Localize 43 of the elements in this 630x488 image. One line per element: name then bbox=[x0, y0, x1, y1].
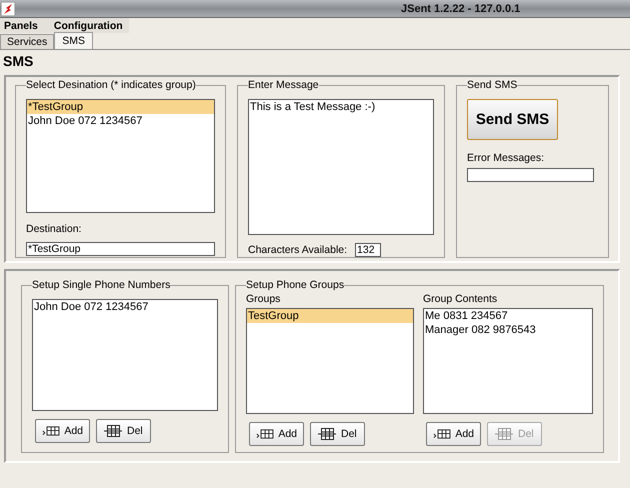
send-button[interactable]: Send SMS bbox=[467, 99, 558, 140]
menu-item[interactable]: Configuration bbox=[54, 20, 123, 32]
tab[interactable]: Services bbox=[0, 34, 54, 49]
list-label: Group Contents bbox=[423, 293, 498, 305]
menu-item[interactable]: Panels bbox=[4, 20, 38, 32]
list-box[interactable]: Me 0831 234567 Manager 082 9876543 bbox=[423, 308, 593, 414]
list-item[interactable]: John Doe 072 1234567 bbox=[27, 114, 214, 128]
window-title: JSent 1.2.22 - 127.0.0.1 bbox=[401, 2, 520, 14]
add-button[interactable]: Add bbox=[35, 419, 90, 443]
group-title: Select Desination (* indicates group) bbox=[26, 79, 196, 91]
group-title: Setup Phone Groups bbox=[246, 279, 344, 291]
table-delete-icon bbox=[103, 424, 123, 438]
list-item[interactable]: TestGroup bbox=[247, 309, 413, 323]
table-add-icon bbox=[433, 428, 452, 440]
list-item[interactable]: John Doe 072 1234567 bbox=[33, 300, 217, 314]
tab[interactable]: SMS bbox=[54, 32, 94, 49]
table-add-icon bbox=[42, 425, 60, 437]
delete-button[interactable]: Del bbox=[310, 422, 365, 446]
group-title: Send SMS bbox=[467, 79, 518, 91]
count-field[interactable]: 132 bbox=[355, 243, 382, 257]
table-add-icon bbox=[256, 428, 274, 440]
message-field[interactable]: This is a Test Message :-) bbox=[248, 99, 434, 235]
list-box[interactable]: John Doe 072 1234567 bbox=[32, 299, 218, 411]
list-item[interactable]: Me 0831 234567 bbox=[424, 309, 592, 323]
field-label: Error Messages: bbox=[467, 152, 546, 164]
delete-button[interactable]: Del bbox=[96, 419, 151, 443]
table-delete-icon bbox=[317, 427, 337, 441]
field-label: Destination: bbox=[26, 223, 82, 235]
destination-field[interactable]: *TestGroup bbox=[26, 242, 215, 256]
add-button[interactable]: Add bbox=[249, 422, 304, 446]
page-heading: SMS bbox=[2, 52, 34, 71]
list-label: Groups bbox=[246, 293, 282, 305]
group-title: Enter Message bbox=[248, 79, 319, 91]
group-title: Setup Single Phone Numbers bbox=[32, 279, 170, 291]
list-box[interactable]: *TestGroup John Doe 072 1234567 bbox=[26, 99, 215, 213]
add-button[interactable]: Add bbox=[426, 422, 481, 446]
list-item[interactable]: *TestGroup bbox=[27, 100, 214, 114]
error-field[interactable] bbox=[467, 168, 594, 182]
list-box[interactable]: TestGroup bbox=[246, 308, 414, 414]
table-delete-icon bbox=[494, 427, 514, 441]
list-item[interactable]: Manager 082 9876543 bbox=[424, 323, 592, 337]
app-icon bbox=[1, 2, 15, 16]
field-label: Characters Available: bbox=[248, 244, 348, 256]
